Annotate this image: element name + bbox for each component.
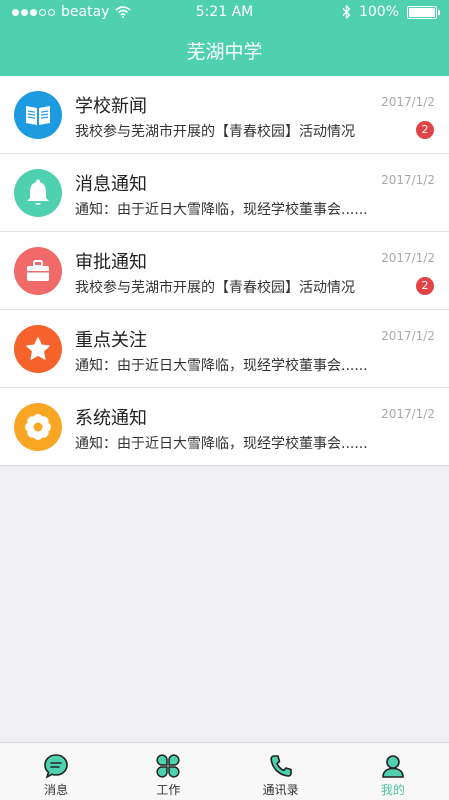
item-title: 消息通知 [75,174,147,195]
list-item-focus[interactable]: 重点关注 2017/1/2 通知：由于近日大雪降临，现经学校董事会...... [0,310,449,388]
avatar [14,247,62,295]
phone-icon [270,755,292,777]
tab-messages[interactable]: 消息 [0,743,112,800]
chat-icon [44,754,68,779]
briefcase-icon [27,260,49,281]
flower-gear-icon [25,414,51,440]
book-icon [26,106,50,125]
bluetooth-icon [342,5,351,19]
page-title: 芜湖中学 [186,41,263,63]
unread-badge: 2 [416,121,434,139]
unread-badge: 2 [416,277,434,295]
message-list: 学校新闻 2017/1/2 我校参与芜湖市开展的【青春校园】活动情况 2 消息通… [0,76,449,466]
tab-bar: 消息 工作 通讯录 我的 [0,742,449,800]
tab-label: 消息 [44,783,69,797]
item-date: 2017/1/2 [381,329,435,343]
tab-label: 我的 [380,783,405,797]
avatar [14,403,62,451]
avatar [14,169,62,217]
bell-icon [27,179,49,205]
tab-contacts[interactable]: 通讯录 [225,743,337,800]
item-subtitle: 通知：由于近日大雪降临，现经学校董事会...... [75,202,368,218]
battery-icon [407,5,440,19]
list-item-notifications[interactable]: 消息通知 2017/1/2 通知：由于近日大雪降临，现经学校董事会...... [0,154,449,232]
user-icon [382,755,404,778]
item-subtitle: 我校参与芜湖市开展的【青春校园】活动情况 [75,280,355,296]
tab-work[interactable]: 工作 [112,743,224,800]
tab-label: 工作 [156,783,181,797]
item-date: 2017/1/2 [381,173,435,187]
item-subtitle: 我校参与芜湖市开展的【青春校园】活动情况 [75,124,355,140]
clover-icon [156,754,180,778]
list-item-approvals[interactable]: 审批通知 2017/1/2 我校参与芜湖市开展的【青春校园】活动情况 2 [0,232,449,310]
battery-percent: 100% [358,4,399,20]
item-date: 2017/1/2 [381,251,435,265]
item-date: 2017/1/2 [381,407,435,421]
header: beatay 5:21 AM 100% 芜湖中学 [0,0,449,76]
item-date: 2017/1/2 [381,95,435,109]
status-bar: beatay 5:21 AM 100% [0,0,449,26]
tab-label: 通讯录 [262,783,299,797]
list-item-school-news[interactable]: 学校新闻 2017/1/2 我校参与芜湖市开展的【青春校园】活动情况 2 [0,76,449,154]
item-title: 审批通知 [75,252,147,273]
list-item-system[interactable]: 系统通知 2017/1/2 通知：由于近日大雪降临，现经学校董事会...... [0,388,449,466]
avatar [14,325,62,373]
item-title: 重点关注 [75,330,147,351]
tab-me[interactable]: 我的 [337,743,449,800]
star-icon [26,337,50,360]
item-subtitle: 通知：由于近日大雪降临，现经学校董事会...... [75,436,368,452]
item-title: 学校新闻 [75,96,147,117]
item-title: 系统通知 [75,408,147,429]
item-subtitle: 通知：由于近日大雪降临，现经学校董事会...... [75,358,368,374]
avatar [14,91,62,139]
